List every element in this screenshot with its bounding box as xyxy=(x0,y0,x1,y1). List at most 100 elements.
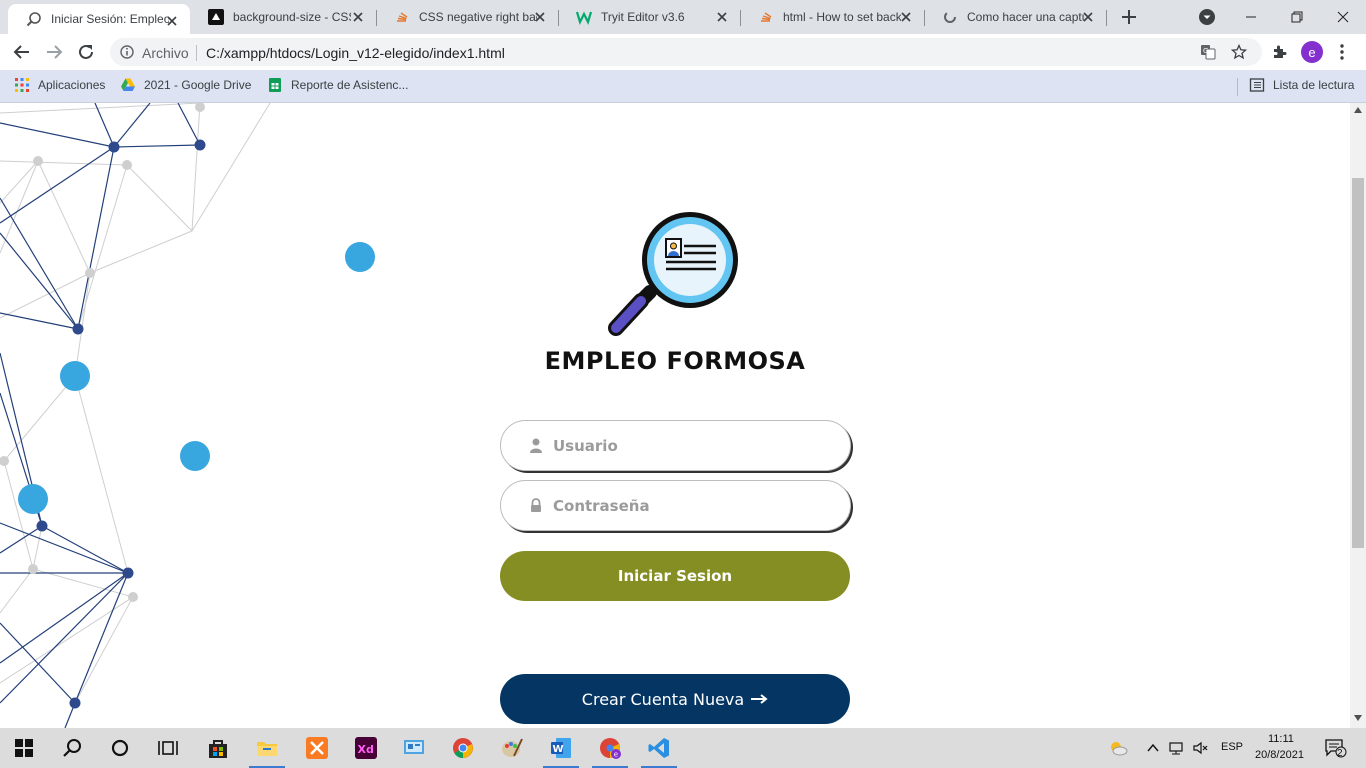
network-background-decoration xyxy=(0,103,375,728)
bookmark-star-icon[interactable] xyxy=(1231,44,1247,60)
tab-title: background-size - CSS xyxy=(233,10,351,24)
reading-list-icon xyxy=(1249,78,1265,92)
volume-muted-icon[interactable] xyxy=(1192,740,1208,756)
password-input[interactable] xyxy=(551,493,831,519)
tab-css-negative-right[interactable]: CSS negative right bac xyxy=(376,0,558,34)
username-field[interactable] xyxy=(500,420,851,471)
network-icon[interactable] xyxy=(1168,740,1184,756)
login-button[interactable]: Iniciar Sesion xyxy=(500,551,850,601)
windows-taskbar: Xd W e ESP 11:11 20/8/2021 2 xyxy=(0,728,1366,768)
chrome-icon xyxy=(453,738,473,759)
chrome-profile-icon: e xyxy=(600,738,621,759)
close-icon[interactable] xyxy=(1080,9,1096,25)
create-account-button[interactable]: Crear Cuenta Nueva xyxy=(500,674,850,724)
close-icon[interactable] xyxy=(350,9,366,25)
vscode-icon xyxy=(648,738,669,758)
page-scrollbar[interactable] xyxy=(1350,103,1366,728)
start-button[interactable] xyxy=(0,728,48,768)
new-tab-plus-icon[interactable] xyxy=(1120,8,1138,26)
taskbar-search-button[interactable] xyxy=(48,728,96,768)
bookmarks-separator xyxy=(1237,78,1238,96)
bookmark-label: 2021 - Google Drive xyxy=(144,78,252,92)
translate-icon[interactable]: G xyxy=(1200,44,1216,60)
google-sheets-icon xyxy=(269,78,281,92)
reading-list-button[interactable]: Lista de lectura xyxy=(1249,77,1354,93)
magnifier-icon xyxy=(26,12,41,27)
arrow-right-icon xyxy=(751,694,768,704)
taskbar-store[interactable] xyxy=(194,728,242,768)
svg-text:G: G xyxy=(1203,47,1208,55)
magnifier-logo-icon xyxy=(608,212,738,336)
security-chip[interactable]: Archivo xyxy=(142,45,189,61)
taskbar-xampp[interactable] xyxy=(293,728,341,768)
taskbar-chrome-profile[interactable]: e xyxy=(586,728,634,768)
password-field[interactable] xyxy=(500,480,851,531)
profile-avatar[interactable]: e xyxy=(1301,41,1323,63)
browser-toolbar: Archivo C:/xampp/htdocs/Login_v12-elegid… xyxy=(0,34,1366,70)
back-arrow-icon[interactable] xyxy=(13,43,31,61)
task-view-icon xyxy=(158,741,178,755)
word-icon: W xyxy=(551,738,571,758)
taskbar-control-panel[interactable] xyxy=(390,728,438,768)
apps-grid-icon xyxy=(15,78,29,92)
close-window-icon[interactable] xyxy=(1333,7,1353,27)
scroll-down-arrow-icon[interactable] xyxy=(1354,715,1362,721)
svg-text:W: W xyxy=(553,744,564,755)
w3schools-icon xyxy=(576,11,592,25)
close-icon[interactable] xyxy=(714,9,730,25)
extensions-puzzle-icon[interactable] xyxy=(1272,44,1288,60)
tab-tryit-editor[interactable]: Tryit Editor v3.6 xyxy=(558,0,740,34)
close-icon[interactable] xyxy=(532,9,548,25)
xampp-icon xyxy=(306,737,328,759)
brand-title: EMPLEO FORMOSA xyxy=(544,347,806,375)
stackoverflow-icon xyxy=(761,12,772,22)
restore-icon[interactable] xyxy=(1287,7,1307,27)
minimize-icon[interactable] xyxy=(1241,7,1261,27)
taskbar-paint[interactable] xyxy=(488,728,536,768)
kebab-menu-icon[interactable] xyxy=(1338,43,1346,61)
username-input[interactable] xyxy=(551,433,831,459)
taskbar-chrome[interactable] xyxy=(439,728,487,768)
file-explorer-icon xyxy=(257,742,277,756)
clock-time[interactable]: 11:11 xyxy=(1268,733,1294,745)
adobe-xd-icon: Xd xyxy=(355,737,377,759)
scroll-up-arrow-icon[interactable] xyxy=(1354,107,1362,113)
forward-arrow-icon[interactable] xyxy=(45,43,63,61)
clock-date[interactable]: 20/8/2021 xyxy=(1255,749,1304,761)
tab-background-size[interactable]: background-size - CSS xyxy=(190,0,376,34)
bookmark-aplicaciones[interactable]: Aplicaciones xyxy=(14,77,105,93)
weather-icon[interactable] xyxy=(1108,738,1128,758)
google-drive-icon xyxy=(121,78,135,91)
cortana-button[interactable] xyxy=(96,728,144,768)
reload-icon[interactable] xyxy=(77,43,95,61)
notifications-icon[interactable] xyxy=(1325,738,1347,758)
taskbar-word[interactable]: W xyxy=(537,728,585,768)
tab-separator xyxy=(1106,10,1107,26)
reading-list-label: Lista de lectura xyxy=(1273,78,1355,92)
taskbar-vscode[interactable] xyxy=(635,728,683,768)
tab-como-hacer-captura[interactable]: Como hacer una captu xyxy=(924,0,1106,34)
user-icon xyxy=(530,438,542,453)
task-view-button[interactable] xyxy=(144,728,192,768)
svg-text:e: e xyxy=(614,751,618,759)
close-icon[interactable] xyxy=(164,13,180,29)
close-icon[interactable] xyxy=(898,9,914,25)
tab-iniciar-sesion[interactable]: Iniciar Sesión: Empleo xyxy=(8,4,190,34)
url-text[interactable]: C:/xampp/htdocs/Login_v12-elegido/index1… xyxy=(206,45,505,61)
tab-html-how-to-set[interactable]: html - How to set back xyxy=(740,0,924,34)
tab-search-icon[interactable] xyxy=(1199,9,1215,25)
language-indicator[interactable]: ESP xyxy=(1221,741,1243,753)
bookmarks-bar: Aplicaciones 2021 - Google Drive Reporte… xyxy=(0,70,1366,103)
chevron-up-icon[interactable] xyxy=(1145,740,1161,756)
lock-icon xyxy=(531,498,541,512)
taskbar-file-explorer[interactable] xyxy=(243,728,291,768)
info-icon[interactable] xyxy=(120,45,134,59)
bookmark-google-drive[interactable]: 2021 - Google Drive xyxy=(120,77,251,93)
address-bar[interactable]: Archivo C:/xampp/htdocs/Login_v12-elegid… xyxy=(110,38,1262,66)
taskbar-adobe-xd[interactable]: Xd xyxy=(342,728,390,768)
tab-title: Tryit Editor v3.6 xyxy=(601,10,685,24)
bookmark-reporte-asistencia[interactable]: Reporte de Asistenc... xyxy=(267,77,408,93)
bookmark-label: Aplicaciones xyxy=(38,78,106,92)
scrollbar-thumb[interactable] xyxy=(1352,178,1364,548)
tab-strip: Iniciar Sesión: Empleo background-size -… xyxy=(0,0,1366,34)
